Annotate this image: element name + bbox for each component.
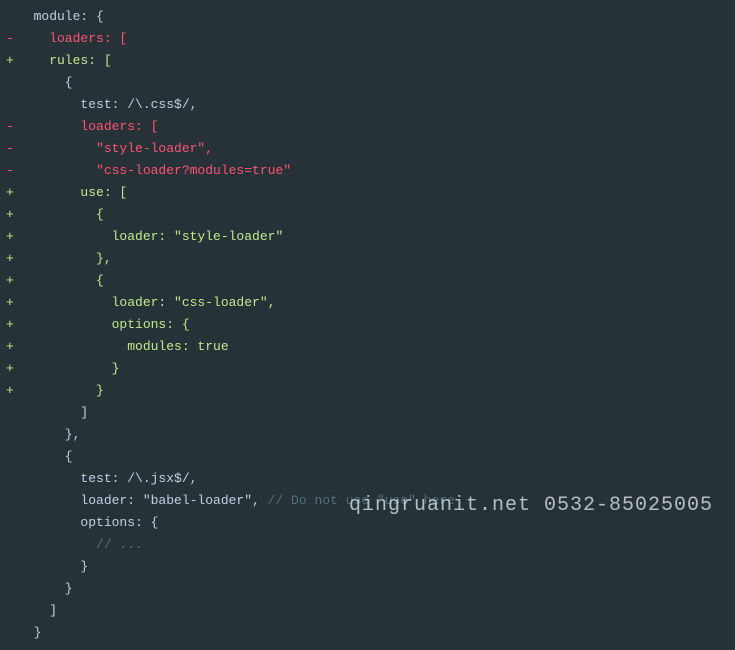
code-text: },: [18, 427, 80, 442]
code-line: {: [0, 446, 735, 468]
code-line: - "style-loader",: [0, 138, 735, 160]
code-text: module: {: [18, 9, 104, 24]
diff-marker: [0, 468, 18, 490]
code-line: test: /\.css$/,: [0, 94, 735, 116]
code-line: + }: [0, 380, 735, 402]
diff-marker: [0, 490, 18, 512]
diff-marker: +: [0, 204, 18, 226]
diff-code-block: module: {- loaders: [+ rules: [ { test: …: [0, 0, 735, 650]
diff-marker: -: [0, 160, 18, 182]
diff-marker: -: [0, 116, 18, 138]
diff-marker: [0, 6, 18, 28]
diff-marker: +: [0, 380, 18, 402]
code-text: }: [18, 559, 88, 574]
code-line: module: {: [0, 6, 735, 28]
code-line: {: [0, 72, 735, 94]
code-text: test: /\.css$/,: [18, 97, 197, 112]
diff-marker: +: [0, 336, 18, 358]
code-text: options: {: [18, 317, 190, 332]
diff-marker: +: [0, 358, 18, 380]
code-text: }: [18, 625, 41, 640]
code-text: loader: "css-loader",: [18, 295, 275, 310]
code-text: {: [18, 75, 73, 90]
code-text: rules: [: [18, 53, 112, 68]
code-text: {: [18, 449, 73, 464]
code-text: loader: "babel-loader",: [18, 493, 268, 508]
code-text: ]: [18, 603, 57, 618]
diff-marker: [0, 600, 18, 622]
code-text: [18, 537, 96, 552]
diff-marker: +: [0, 50, 18, 72]
code-comment: // Do not use "use" here: [268, 493, 455, 508]
code-text: {: [18, 207, 104, 222]
code-text: test: /\.jsx$/,: [18, 471, 197, 486]
code-text: loader: "style-loader": [18, 229, 283, 244]
code-line: - "css-loader?modules=true": [0, 160, 735, 182]
code-line: + {: [0, 204, 735, 226]
diff-marker: [0, 94, 18, 116]
code-line: + }: [0, 358, 735, 380]
code-line: }: [0, 622, 735, 644]
code-text: loaders: [: [18, 31, 127, 46]
diff-marker: +: [0, 292, 18, 314]
code-text: ]: [18, 405, 88, 420]
code-line: // ...: [0, 534, 735, 556]
code-text: "style-loader",: [18, 141, 213, 156]
code-line: - loaders: [: [0, 116, 735, 138]
code-text: }: [18, 383, 104, 398]
code-line: options: {: [0, 512, 735, 534]
code-line: }: [0, 556, 735, 578]
code-line: loader: "babel-loader", // Do not use "u…: [0, 490, 735, 512]
diff-marker: +: [0, 270, 18, 292]
diff-marker: -: [0, 28, 18, 50]
code-text: loaders: [: [18, 119, 158, 134]
code-text: }: [18, 361, 119, 376]
diff-marker: [0, 424, 18, 446]
code-line: ]: [0, 402, 735, 424]
code-line: }: [0, 578, 735, 600]
diff-marker: [0, 622, 18, 644]
diff-marker: -: [0, 138, 18, 160]
diff-marker: +: [0, 226, 18, 248]
diff-marker: [0, 402, 18, 424]
diff-marker: [0, 72, 18, 94]
code-text: },: [18, 251, 112, 266]
code-text: options: {: [18, 515, 158, 530]
code-line: + {: [0, 270, 735, 292]
code-line: },: [0, 424, 735, 446]
code-text: {: [18, 273, 104, 288]
code-line: + modules: true: [0, 336, 735, 358]
code-text: modules: true: [18, 339, 229, 354]
code-line: + use: [: [0, 182, 735, 204]
diff-marker: +: [0, 314, 18, 336]
code-text: use: [: [18, 185, 127, 200]
code-line: + loader: "css-loader",: [0, 292, 735, 314]
diff-marker: [0, 556, 18, 578]
code-text: }: [18, 581, 73, 596]
code-line: + },: [0, 248, 735, 270]
code-line: - loaders: [: [0, 28, 735, 50]
diff-marker: [0, 578, 18, 600]
diff-marker: [0, 512, 18, 534]
code-line: + rules: [: [0, 50, 735, 72]
code-line: + options: {: [0, 314, 735, 336]
diff-marker: +: [0, 182, 18, 204]
code-line: ]: [0, 600, 735, 622]
diff-marker: [0, 446, 18, 468]
code-text: "css-loader?modules=true": [18, 163, 291, 178]
code-line: + loader: "style-loader": [0, 226, 735, 248]
code-line: test: /\.jsx$/,: [0, 468, 735, 490]
diff-marker: [0, 534, 18, 556]
code-comment: // ...: [96, 537, 143, 552]
diff-marker: +: [0, 248, 18, 270]
